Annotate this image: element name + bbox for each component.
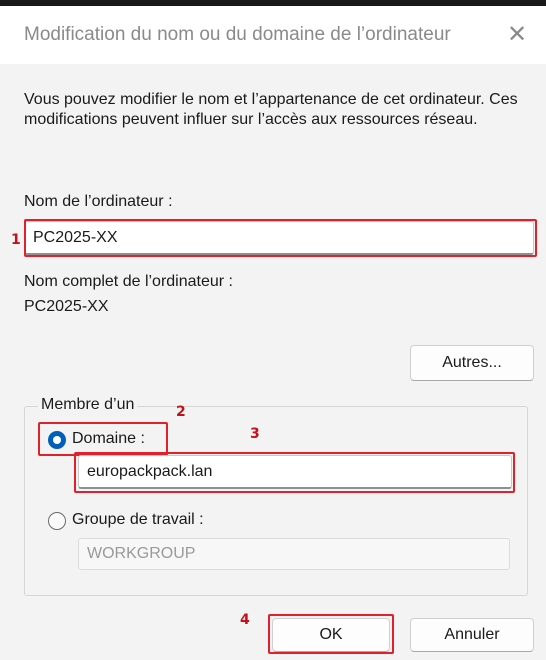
cancel-button[interactable]: Annuler xyxy=(410,618,534,652)
rename-computer-dialog: Modification du nom ou du domaine de l’o… xyxy=(0,0,546,660)
title-bar: Modification du nom ou du domaine de l’o… xyxy=(0,6,546,64)
highlight-box-3 xyxy=(74,452,515,493)
description-text: Vous pouvez modifier le nom et l’apparte… xyxy=(24,91,518,128)
close-icon[interactable]: ✕ xyxy=(500,18,534,52)
cancel-button-label: Annuler xyxy=(444,626,500,643)
more-button[interactable]: Autres... xyxy=(410,345,534,381)
member-of-legend: Membre d’un xyxy=(38,396,138,414)
annotation-marker-2: 2 xyxy=(176,404,186,420)
computer-name-label: Nom de l’ordinateur : xyxy=(24,193,173,210)
full-name-label: Nom complet de l’ordinateur : xyxy=(24,273,233,290)
highlight-box-1 xyxy=(24,219,537,257)
highlight-box-4 xyxy=(268,614,394,654)
window-title: Modification du nom ou du domaine de l’o… xyxy=(24,24,451,45)
workgroup-radio[interactable] xyxy=(48,512,66,530)
workgroup-input-value: WORKGROUP xyxy=(87,545,196,562)
more-button-label: Autres... xyxy=(442,354,502,371)
highlight-box-2 xyxy=(38,422,168,456)
annotation-marker-1: 1 xyxy=(11,232,21,248)
annotation-marker-4: 4 xyxy=(240,612,250,628)
annotation-marker-3: 3 xyxy=(250,426,260,442)
full-name-value: PC2025-XX xyxy=(24,298,109,315)
workgroup-radio-label[interactable]: Groupe de travail : xyxy=(72,511,204,529)
workgroup-input: WORKGROUP xyxy=(78,538,510,570)
